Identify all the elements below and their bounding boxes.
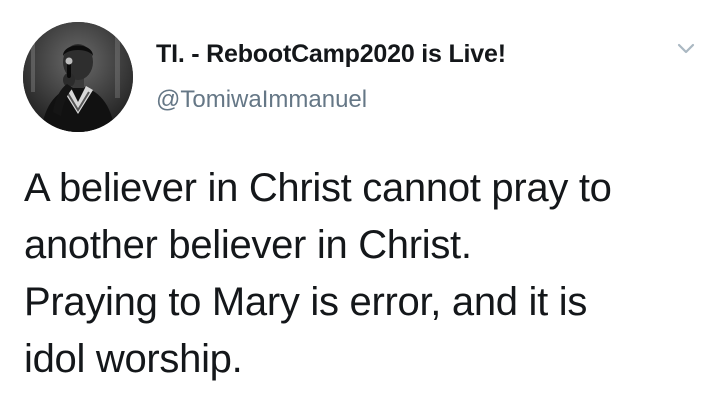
avatar[interactable] <box>23 22 133 132</box>
tweet-text-line: A believer in Christ cannot pray to <box>24 166 612 210</box>
tweet-text-line: Praying to Mary is error, and it is <box>24 280 588 324</box>
tweet-card[interactable]: TI. - RebootCamp2020 is Live! @TomiwaImm… <box>0 0 720 414</box>
tweet-text-line: idol worship. <box>24 337 243 381</box>
tweet-menu-button[interactable] <box>674 40 698 58</box>
author-display-name[interactable]: TI. - RebootCamp2020 is Live! <box>156 40 506 69</box>
tweet-text-line: another believer in Christ. <box>24 223 472 267</box>
tweet-text: A believer in Christ cannot pray to anot… <box>24 160 694 388</box>
author-handle[interactable]: @TomiwaImmanuel <box>156 86 367 114</box>
profile-photo-icon <box>23 22 133 132</box>
chevron-down-icon <box>677 43 695 54</box>
